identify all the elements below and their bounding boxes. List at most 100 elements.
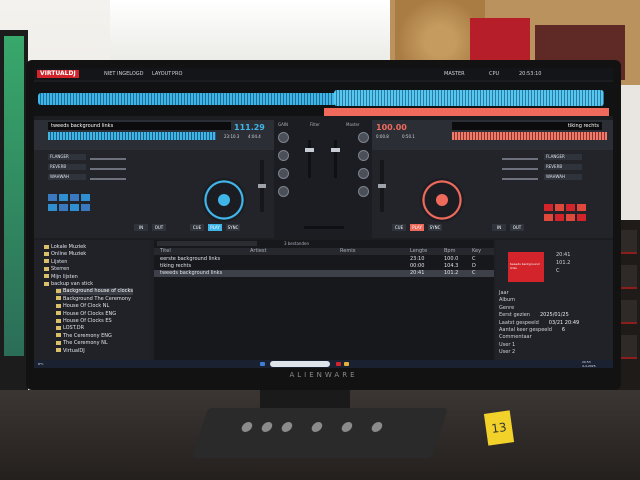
- virtualdj-icon[interactable]: [336, 362, 341, 366]
- folder-item[interactable]: Background house of clocks: [56, 288, 133, 296]
- photo-scene: 13 VIRTUALDJ NIET INGELOGD LAYOUT PRO MA…: [0, 0, 640, 480]
- fx-r1-slider[interactable]: [502, 158, 538, 160]
- fx-3-slider[interactable]: [90, 178, 126, 180]
- pad-1[interactable]: [48, 194, 57, 201]
- deck-right-sync[interactable]: SYNC: [428, 224, 442, 231]
- pad-7[interactable]: [70, 204, 79, 211]
- layout-select[interactable]: PRO: [172, 71, 182, 77]
- folder-icon: [56, 296, 61, 301]
- folder-item[interactable]: House Of Clocks ENG: [56, 311, 116, 318]
- deck-right-fx-2[interactable]: REVERB: [544, 164, 582, 170]
- mid-left-knob[interactable]: [278, 168, 289, 179]
- deck-left-cue[interactable]: CUE: [190, 224, 204, 231]
- deck-left-title: tweeds background links: [48, 122, 231, 130]
- low-left-knob[interactable]: [278, 186, 289, 197]
- side-monitor: [0, 30, 28, 390]
- deck-right-cue[interactable]: CUE: [392, 224, 406, 231]
- info-field-key: Aantal keer gespeeld: [499, 327, 552, 333]
- mid-right-knob[interactable]: [358, 168, 369, 179]
- table-row[interactable]: eerste background links 23:10 100.0 C: [154, 256, 494, 263]
- folder-item[interactable]: House Of Clocks ES: [56, 318, 112, 325]
- fx-r3-slider[interactable]: [502, 178, 538, 180]
- high-left-knob[interactable]: [278, 150, 289, 161]
- low-right-knob[interactable]: [358, 186, 369, 197]
- pad-r1[interactable]: [544, 204, 553, 211]
- taskbar-search[interactable]: [270, 361, 330, 367]
- deck-right-in[interactable]: IN: [492, 224, 506, 231]
- deck-right-jogwheel[interactable]: [420, 178, 464, 222]
- deck-left-sync[interactable]: SYNC: [226, 224, 240, 231]
- col-artist[interactable]: Artiest: [250, 248, 266, 255]
- mixer-master-label: Master: [346, 122, 360, 127]
- pad-3[interactable]: [70, 194, 79, 201]
- folder-icon: [56, 340, 61, 345]
- col-bpm[interactable]: Bpm: [444, 248, 455, 255]
- pad-4[interactable]: [81, 194, 90, 201]
- folder-item[interactable]: VirtualDJ: [56, 348, 85, 355]
- info-bpm: 101.2: [556, 260, 571, 266]
- deck-left-fx-2[interactable]: REVERB: [48, 164, 86, 170]
- info-field-value: 03/21 20:49: [548, 319, 580, 326]
- folder-item[interactable]: House Of Clock NL: [56, 303, 109, 310]
- pad-6[interactable]: [59, 204, 68, 211]
- table-row[interactable]: tiking rechts 00:00 104.3 D: [154, 263, 494, 270]
- pad-2[interactable]: [59, 194, 68, 201]
- deck-left-jogwheel[interactable]: [202, 178, 246, 222]
- pad-r3[interactable]: [566, 204, 575, 211]
- col-key[interactable]: Key: [472, 248, 481, 255]
- folder-item[interactable]: Lokale Muziek: [44, 244, 86, 251]
- folder-item[interactable]: Lijsten: [44, 259, 67, 266]
- waveform-overview[interactable]: [34, 82, 613, 116]
- volume-left-fader[interactable]: [305, 140, 314, 178]
- folder-item[interactable]: backup van stick: [44, 281, 93, 288]
- folder-item[interactable]: Mijn lijsten: [44, 274, 78, 281]
- pad-8[interactable]: [81, 204, 90, 211]
- deck-left-out[interactable]: OUT: [152, 224, 166, 231]
- crossfader[interactable]: [304, 226, 344, 229]
- col-remix[interactable]: Remix: [340, 248, 356, 255]
- start-icon[interactable]: [260, 362, 265, 366]
- deck-left-fx-3[interactable]: WAHWAH: [48, 174, 86, 180]
- pad-r5[interactable]: [544, 214, 553, 221]
- deck-left-fx-1[interactable]: FLANGER: [48, 154, 86, 160]
- deck-left-pitch[interactable]: [258, 160, 266, 212]
- pad-r4[interactable]: [577, 204, 586, 211]
- table-row[interactable]: tweeds background links 20:41 101.2 C: [154, 270, 494, 277]
- pad-5[interactable]: [48, 204, 57, 211]
- deck-right-out[interactable]: OUT: [510, 224, 524, 231]
- info-field-key: Jaar: [499, 290, 509, 296]
- cell-bpm: 104.3: [444, 263, 459, 269]
- explorer-icon[interactable]: [344, 362, 349, 366]
- folder-item[interactable]: The Ceremony NL: [56, 340, 108, 347]
- deck-right-fx-3[interactable]: WAHWAH: [544, 174, 582, 180]
- deck-right-waveform[interactable]: [452, 132, 607, 140]
- gain-right-knob[interactable]: [358, 132, 369, 143]
- deck-left-waveform[interactable]: [48, 132, 216, 140]
- folder-item[interactable]: Background The Ceremony: [56, 296, 131, 303]
- pad-r7[interactable]: [566, 214, 575, 221]
- col-length[interactable]: Lengte: [410, 248, 427, 255]
- user-status[interactable]: NIET INGELOGD: [104, 71, 144, 77]
- deck-right-pitch[interactable]: [378, 160, 386, 212]
- folder-item[interactable]: Online Muziek: [44, 251, 86, 258]
- gain-left-knob[interactable]: [278, 132, 289, 143]
- deck-right-fx-1[interactable]: FLANGER: [544, 154, 582, 160]
- pad-r6[interactable]: [555, 214, 564, 221]
- high-right-knob[interactable]: [358, 150, 369, 161]
- search-input[interactable]: [157, 241, 257, 246]
- folder-item[interactable]: LOST.DR: [56, 325, 84, 332]
- deck-left-in[interactable]: IN: [134, 224, 148, 231]
- pad-r8[interactable]: [577, 214, 586, 221]
- pad-r2[interactable]: [555, 204, 564, 211]
- deck-right-play[interactable]: PLAY: [410, 224, 424, 231]
- col-title[interactable]: Titel: [160, 248, 171, 255]
- fx-r2-slider[interactable]: [502, 168, 538, 170]
- folder-item[interactable]: The Ceremony ENG: [56, 333, 112, 340]
- folder-item[interactable]: Sterren: [44, 266, 69, 273]
- fx-1-slider[interactable]: [90, 158, 126, 160]
- deck-left-play[interactable]: PLAY: [208, 224, 222, 231]
- info-field-key: Commentaar: [499, 334, 532, 341]
- fx-2-slider[interactable]: [90, 168, 126, 170]
- deck-right-time: 0:00.8: [376, 134, 389, 139]
- volume-right-fader[interactable]: [331, 140, 340, 178]
